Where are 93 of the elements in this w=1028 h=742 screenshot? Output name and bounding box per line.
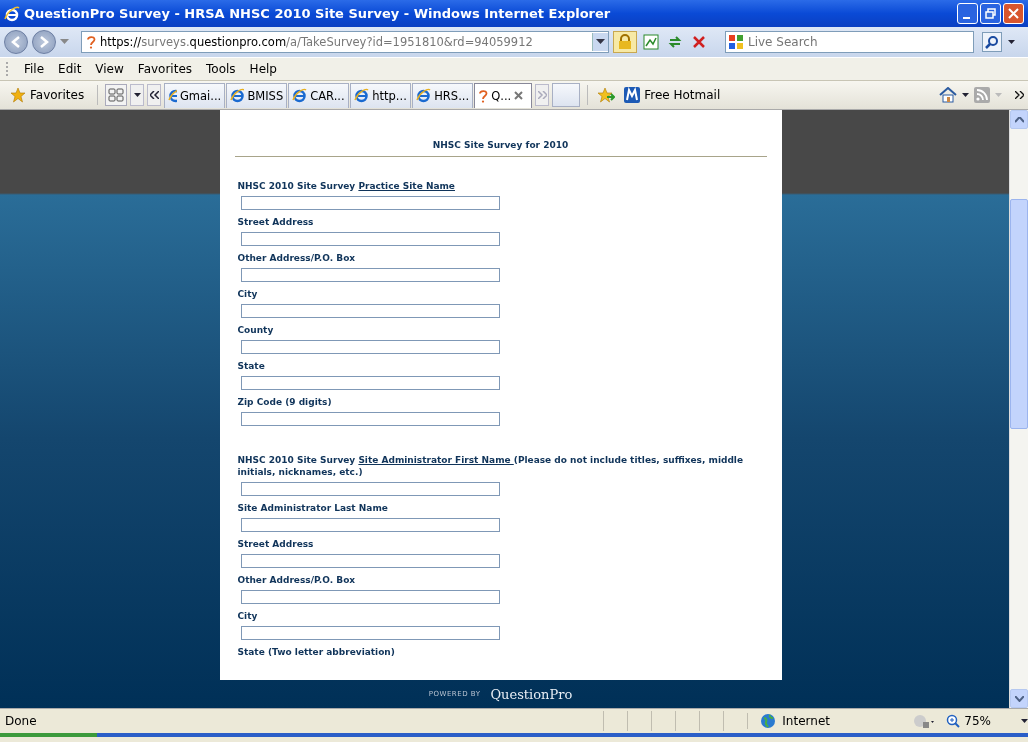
caret-icon[interactable]	[1021, 719, 1028, 723]
ie-logo-icon	[292, 88, 308, 103]
hotmail-link[interactable]: Free Hotmail	[620, 87, 725, 103]
text-field[interactable]	[240, 590, 500, 604]
question-label: Street Address	[237, 538, 315, 550]
globe-icon	[760, 713, 777, 729]
zoom-icon	[946, 714, 961, 728]
quick-tabs-button[interactable]	[105, 84, 128, 106]
add-favorite-icon[interactable]	[595, 87, 618, 103]
menu-item[interactable]: Favorites	[130, 60, 200, 78]
question-label: Street Address	[237, 216, 315, 228]
search-icon	[985, 35, 999, 49]
survey-title: NHSC Site Survey for 2010	[234, 140, 767, 157]
question-label: City	[237, 610, 259, 622]
forward-button[interactable]	[32, 30, 56, 54]
double-chevron-right-icon	[537, 91, 547, 99]
text-field[interactable]	[240, 340, 500, 354]
ie-logo-icon	[230, 88, 245, 103]
close-icon	[1008, 8, 1019, 19]
ie-logo-icon	[354, 88, 370, 103]
question-label: NHSC 2010 Site Survey Site Administrator First Name (Please do not include titles, suffixes, middle initials, nicknames, etc.)	[237, 454, 745, 478]
home-icon[interactable]	[937, 87, 959, 103]
menu-item[interactable]: File	[17, 60, 52, 78]
scroll-tabs-right-button[interactable]	[535, 84, 550, 106]
double-chevron-left-icon	[149, 91, 159, 99]
scroll-down-button[interactable]	[1010, 689, 1028, 708]
scroll-up-button[interactable]	[1010, 110, 1028, 129]
restore-icon	[985, 8, 996, 19]
chevron-icon[interactable]	[1015, 91, 1024, 99]
window-title: QuestionPro Survey - HRSA NHSC 2010 Site Survey - Windows Internet Explorer	[24, 6, 612, 21]
caret-icon	[596, 39, 605, 45]
browser-tab[interactable]: HRS...	[412, 82, 474, 108]
close-tab-icon[interactable]	[514, 91, 524, 100]
tab-list-button[interactable]	[130, 84, 145, 106]
browser-tab[interactable]: CAR...	[288, 82, 350, 108]
question-label: Zip Code (9 digits)	[237, 396, 333, 408]
back-button[interactable]	[4, 30, 28, 54]
scrollbar[interactable]	[1009, 110, 1028, 708]
minimize-button[interactable]	[957, 3, 978, 24]
star-icon	[10, 87, 26, 103]
browser-tab[interactable]: BMISS	[226, 82, 288, 108]
ie-logo-icon	[416, 88, 432, 103]
brand-logo: QuestionPro	[490, 686, 573, 702]
question-label: Other Address/P.O. Box	[237, 252, 357, 264]
text-field[interactable]	[240, 304, 500, 318]
mail-logo-icon	[624, 87, 641, 103]
menu-item[interactable]: Tools	[199, 60, 243, 78]
question-label: Other Address/P.O. Box	[237, 574, 357, 586]
minimize-icon	[963, 16, 970, 19]
scroll-tabs-left-button[interactable]	[147, 84, 162, 106]
lock-icon[interactable]	[613, 31, 637, 53]
text-field[interactable]	[240, 196, 500, 210]
question-label: City	[237, 288, 259, 300]
question-label: State (Two letter abbreviation)	[237, 646, 396, 658]
ie-logo-icon	[4, 5, 20, 22]
caret-icon[interactable]	[962, 93, 969, 97]
text-field[interactable]	[240, 554, 500, 568]
question-mark-icon	[86, 35, 96, 49]
question-label: NHSC 2010 Site Survey Practice Site Name	[237, 180, 456, 192]
ie-logo-icon	[168, 88, 177, 103]
question-label: State	[237, 360, 266, 372]
text-field[interactable]	[240, 268, 500, 282]
question-label: County	[237, 324, 275, 336]
menu-item[interactable]: Edit	[51, 60, 89, 78]
caret-icon	[1007, 40, 1015, 44]
security-zone: Internet	[782, 714, 830, 728]
browser-tab[interactable]: Q...	[474, 82, 533, 108]
address-field[interactable]: https://surveys.questionpro.com/a/TakeSurvey?id=1951810&rd=94059912	[81, 31, 609, 53]
text-field[interactable]	[240, 232, 500, 246]
address-dropdown-button[interactable]	[592, 33, 608, 51]
caret-icon	[133, 93, 141, 97]
new-tab-button[interactable]	[552, 83, 581, 107]
status-text: Done	[4, 714, 38, 728]
menu-item[interactable]: View	[88, 60, 131, 78]
question-label: Site Administrator Last Name	[237, 502, 389, 514]
zoom-button[interactable]: 75%	[936, 714, 1021, 728]
url-text: https://surveys.questionpro.com/a/TakeSurvey?id=1951810&rd=94059912	[100, 35, 534, 49]
favorites-button[interactable]: Favorites	[4, 85, 91, 105]
text-field[interactable]	[240, 482, 500, 496]
restore-button[interactable]	[980, 3, 1001, 24]
search-button[interactable]	[982, 32, 1002, 52]
browser-tab[interactable]: http...	[350, 82, 412, 108]
question-mark-icon	[478, 88, 489, 103]
menu-item[interactable]: Help	[242, 60, 284, 78]
text-field[interactable]	[240, 626, 500, 640]
grid-icon	[108, 88, 125, 102]
text-field[interactable]	[240, 376, 500, 390]
close-button[interactable]	[1003, 3, 1024, 24]
text-field[interactable]	[240, 518, 500, 532]
compatibility-icon[interactable]	[641, 34, 661, 50]
browser-tab[interactable]: Gmai...	[164, 82, 226, 108]
text-field[interactable]	[240, 412, 500, 426]
scroll-thumb[interactable]	[1010, 199, 1028, 429]
